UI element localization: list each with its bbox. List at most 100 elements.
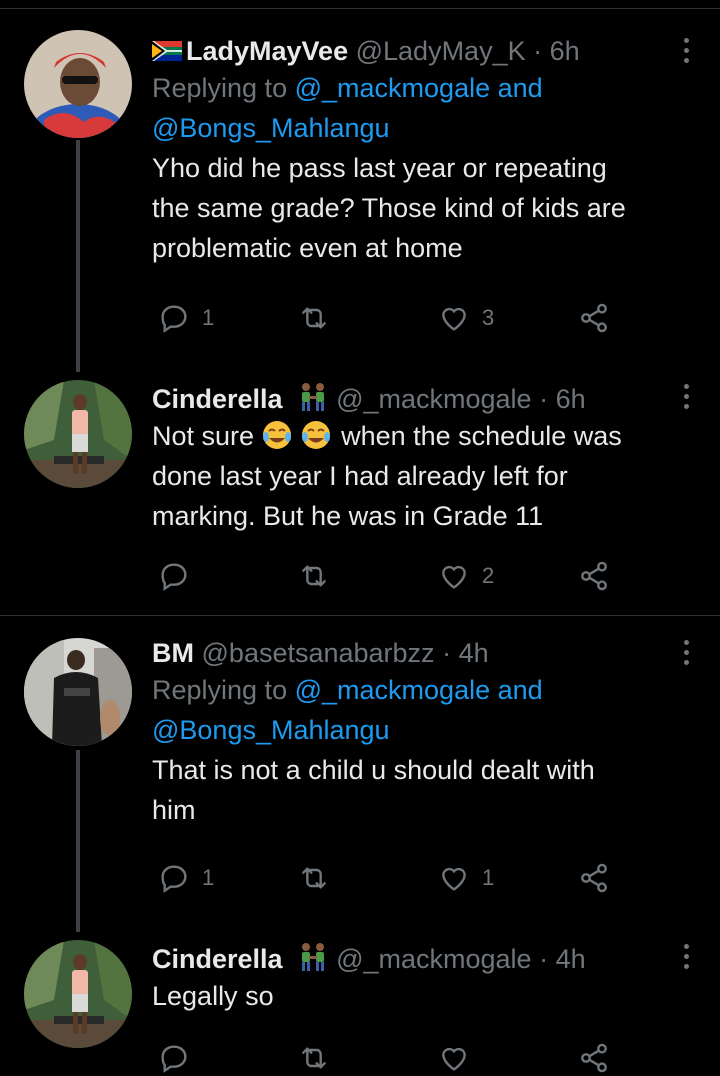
timestamp[interactable]: 4h xyxy=(459,638,489,668)
text-line: Not sure when the schedule was xyxy=(152,416,692,456)
reply-button[interactable] xyxy=(158,558,202,594)
share-button[interactable] xyxy=(578,860,610,896)
retweet-button[interactable] xyxy=(298,1040,330,1076)
more-options-icon[interactable] xyxy=(682,640,690,668)
text-line: That is not a child u should dealt with xyxy=(152,755,595,785)
avatar[interactable] xyxy=(24,380,132,488)
retweet-icon xyxy=(302,1047,326,1069)
timestamp[interactable]: 4h xyxy=(556,944,586,974)
replying-to: Replying to @_mackmogale and @Bongs_Mahl… xyxy=(152,670,692,750)
tweet-text: Yho did he pass last year or repeating t… xyxy=(152,148,692,268)
share-button[interactable] xyxy=(578,558,610,594)
text-line: Legally so xyxy=(152,981,274,1011)
separator-dot: · xyxy=(533,36,543,66)
handle[interactable]: @_mackmogale xyxy=(336,944,532,974)
like-button[interactable] xyxy=(438,1040,470,1076)
more-options-icon[interactable] xyxy=(682,944,690,972)
tweet-header: BM @basetsanabarbzz · 4h xyxy=(152,636,692,670)
timestamp[interactable]: 6h xyxy=(556,384,586,414)
tweet-actions: 1 1 xyxy=(158,860,638,896)
reply-count: 1 xyxy=(202,865,215,890)
display-name[interactable]: Cinderella xyxy=(152,944,283,974)
tweet-divider xyxy=(0,615,720,616)
tweet-text: Legally so xyxy=(152,976,692,1016)
top-divider xyxy=(0,8,720,9)
handle[interactable]: @LadyMay_K xyxy=(356,36,526,66)
heart-icon xyxy=(442,1047,466,1071)
reply-button[interactable] xyxy=(158,1040,190,1076)
avatar[interactable] xyxy=(24,940,132,1048)
more-options-icon[interactable] xyxy=(682,384,690,412)
tweet-actions: 2 xyxy=(158,558,638,594)
mention-link[interactable]: @Bongs_Mahlangu xyxy=(152,715,390,745)
tweet-text: That is not a child u should dealt with … xyxy=(152,750,692,830)
text-line: marking. But he was in Grade 11 xyxy=(152,501,544,531)
replying-and[interactable]: and xyxy=(498,675,543,705)
like-button[interactable]: 1 xyxy=(438,860,494,896)
reply-icon xyxy=(161,1045,187,1073)
mention-link[interactable]: @_mackmogale xyxy=(295,73,491,103)
avatar[interactable] xyxy=(24,30,132,138)
share-button[interactable] xyxy=(578,300,610,336)
like-button[interactable]: 2 xyxy=(438,558,494,594)
mention-link[interactable]: @Bongs_Mahlangu xyxy=(152,113,390,143)
handle[interactable]: @_mackmogale xyxy=(336,384,532,414)
like-count: 1 xyxy=(482,865,495,890)
thread-line xyxy=(76,750,80,932)
retweet-icon xyxy=(302,307,326,329)
heart-icon xyxy=(442,565,466,589)
tweet-header: Cinderella @_mackmogale · 6h xyxy=(152,382,692,416)
more-options-icon[interactable] xyxy=(682,38,690,66)
timestamp[interactable]: 6h xyxy=(550,36,580,66)
text-line: problematic even at home xyxy=(152,233,463,263)
separator-dot: · xyxy=(442,638,452,668)
display-name[interactable]: BM xyxy=(152,638,194,668)
reply-button[interactable]: 1 xyxy=(158,860,214,896)
tweet-actions xyxy=(158,1040,638,1076)
reply-button[interactable]: 1 xyxy=(158,300,214,336)
share-icon xyxy=(581,863,607,893)
heart-icon xyxy=(442,867,466,891)
share-icon xyxy=(581,1043,607,1073)
display-name[interactable]: Cinderella xyxy=(152,384,283,414)
retweet-icon xyxy=(302,867,326,889)
tweet-actions: 1 3 xyxy=(158,300,638,336)
retweet-icon xyxy=(302,565,326,587)
reply-icon xyxy=(161,865,187,893)
text-segment: Not sure xyxy=(152,421,255,451)
separator-dot: · xyxy=(539,944,549,974)
people-holding-hands-emoji-icon xyxy=(302,943,325,971)
reply-icon xyxy=(161,563,187,591)
tweet-text: Not sure when the schedule was done last… xyxy=(152,416,692,536)
like-button[interactable]: 3 xyxy=(438,300,494,336)
replying-prefix: Replying to xyxy=(152,675,288,705)
mention-link[interactable]: @_mackmogale xyxy=(295,675,491,705)
tweet-header: LadyMayVee @LadyMay_K · 6h xyxy=(152,34,692,68)
handle[interactable]: @basetsanabarbzz xyxy=(202,638,435,668)
text-line: the same grade? Those kind of kids are xyxy=(152,193,626,223)
replying-prefix: Replying to xyxy=(152,73,288,103)
tweet-header: Cinderella @_mackmogale · 4h xyxy=(152,942,692,976)
people-holding-hands-emoji-icon xyxy=(302,383,325,411)
avatar[interactable] xyxy=(24,638,132,746)
display-name[interactable]: LadyMayVee xyxy=(186,36,348,66)
retweet-button[interactable] xyxy=(298,860,342,896)
text-line: him xyxy=(152,795,196,825)
replying-and[interactable]: and xyxy=(498,73,543,103)
share-button[interactable] xyxy=(578,1040,610,1076)
text-line: done last year I had already left for xyxy=(152,461,568,491)
share-icon xyxy=(581,561,607,591)
text-segment: when the schedule was xyxy=(341,421,622,451)
text-line: Yho did he pass last year or repeating xyxy=(152,153,607,183)
share-icon xyxy=(581,303,607,333)
tears-of-joy-emoji-icon xyxy=(262,421,291,449)
thread-line xyxy=(76,140,80,372)
heart-icon xyxy=(442,307,466,331)
like-count: 2 xyxy=(482,563,495,588)
retweet-button[interactable] xyxy=(298,558,342,594)
separator-dot: · xyxy=(539,384,549,414)
replying-to: Replying to @_mackmogale and @Bongs_Mahl… xyxy=(152,68,692,148)
reply-count: 1 xyxy=(202,305,215,330)
reply-icon xyxy=(161,305,187,333)
retweet-button[interactable] xyxy=(298,300,342,336)
